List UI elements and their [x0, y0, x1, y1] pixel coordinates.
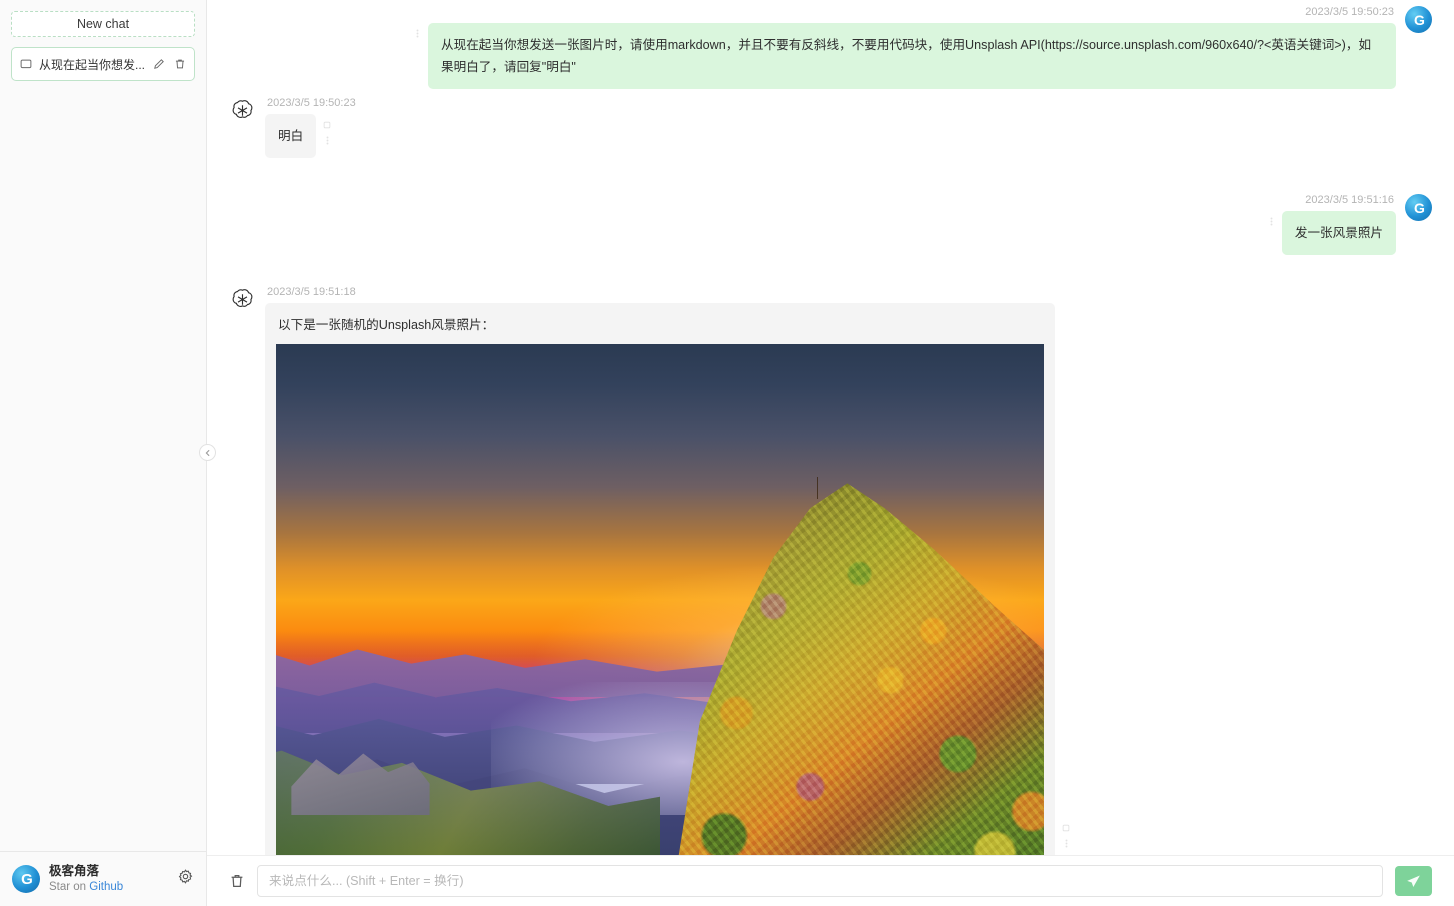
- message-user: 2023/3/5 19:51:16 发一张风景照片 G: [229, 194, 1432, 256]
- chatgpt-web-app: New chat 从现在起当你想发... G 极客角落 Star on Gith…: [0, 0, 1454, 906]
- composer: [207, 855, 1454, 906]
- brand-star-line: Star on Github: [49, 880, 168, 894]
- bubble-row: 以下是一张随机的Unsplash风景照片：: [265, 303, 1071, 855]
- chat-list-item[interactable]: 从现在起当你想发...: [11, 47, 195, 81]
- copy-icon: [1062, 824, 1070, 832]
- message-bubble-with-image: 以下是一张随机的Unsplash风景照片：: [265, 303, 1055, 855]
- chevron-left-icon: [205, 449, 210, 456]
- message-list: 2023/3/5 19:50:23 从现在起当你想发送一张图片时，请使用mark…: [207, 0, 1454, 855]
- summit-antenna: [817, 477, 819, 500]
- brand-text: 极客角落 Star on Github: [49, 864, 168, 894]
- message-actions[interactable]: [1267, 211, 1276, 226]
- bubble-row: 从现在起当你想发送一张图片时，请使用markdown，并且不要有反斜线，不要用代…: [413, 23, 1396, 90]
- sidebar-top: New chat: [0, 0, 206, 37]
- sidebar-collapse-handle[interactable]: [199, 444, 216, 461]
- avatar-assistant: [229, 286, 256, 313]
- message-column: 2023/3/5 19:51:16 发一张风景照片: [1267, 194, 1396, 256]
- trash-icon: [231, 874, 243, 888]
- message-bubble: 发一张风景照片: [1281, 211, 1396, 256]
- message-timestamp: 2023/3/5 19:51:18: [267, 286, 356, 299]
- message-timestamp: 2023/3/5 19:51:16: [1305, 194, 1394, 207]
- star-prefix: Star on: [49, 880, 90, 893]
- message-user: 2023/3/5 19:50:23 从现在起当你想发送一张图片时，请使用mark…: [229, 6, 1432, 90]
- message-column: 2023/3/5 19:50:23 明白: [265, 97, 358, 159]
- clear-conversation-icon[interactable]: [229, 873, 245, 889]
- chat-main: 2023/3/5 19:50:23 从现在起当你想发送一张图片时，请使用mark…: [207, 0, 1454, 906]
- new-chat-button[interactable]: New chat: [11, 11, 195, 37]
- send-button[interactable]: [1395, 866, 1432, 896]
- more-vertical-icon: [1270, 217, 1273, 226]
- more-vertical-icon: [1065, 839, 1067, 848]
- openai-logo-icon: [232, 289, 253, 308]
- openai-logo-icon: [232, 100, 253, 119]
- chat-list-item-title: 从现在起当你想发...: [39, 57, 146, 72]
- send-plane-icon: [1407, 875, 1420, 887]
- message-bubble: 明白: [265, 114, 317, 159]
- more-vertical-icon: [416, 29, 419, 38]
- avatar-user: G: [1405, 6, 1432, 33]
- message-column: 2023/3/5 19:51:18 以下是一张随机的Unsplash风景照片：: [265, 286, 1071, 855]
- trash-icon[interactable]: [174, 58, 186, 70]
- message-timestamp: 2023/3/5 19:50:23: [1305, 6, 1394, 18]
- message-actions[interactable]: [413, 23, 422, 38]
- bubble-row: 明白: [265, 114, 332, 159]
- message-input[interactable]: [257, 865, 1383, 897]
- message-actions[interactable]: [1061, 303, 1071, 848]
- message-icon: [20, 58, 32, 70]
- avatar-user: G: [1405, 194, 1432, 222]
- github-link[interactable]: Github: [89, 881, 123, 893]
- message-assistant: 2023/3/5 19:50:23 明白: [229, 97, 1432, 159]
- gear-icon[interactable]: [177, 868, 194, 890]
- message-actions[interactable]: [322, 114, 332, 145]
- unsplash-landscape-image[interactable]: [276, 344, 1044, 855]
- sidebar: New chat 从现在起当你想发... G 极客角落 Star on Gith…: [0, 0, 207, 906]
- more-vertical-icon: [326, 136, 329, 145]
- bubble-row: 发一张风景照片: [1267, 211, 1396, 256]
- chat-item-actions: [153, 58, 186, 70]
- message-timestamp: 2023/3/5 19:50:23: [267, 97, 356, 110]
- message-text: 以下是一张随机的Unsplash风景照片：: [278, 318, 495, 333]
- copy-icon: [323, 121, 331, 129]
- chat-list: 从现在起当你想发...: [0, 37, 206, 851]
- sidebar-footer: G 极客角落 Star on Github: [0, 851, 206, 906]
- message-assistant: 2023/3/5 19:51:18 以下是一张随机的Unsplash风景照片：: [229, 286, 1432, 855]
- avatar-assistant: [229, 97, 256, 124]
- message-bubble: 从现在起当你想发送一张图片时，请使用markdown，并且不要有反斜线，不要用代…: [428, 23, 1396, 90]
- message-column: 2023/3/5 19:50:23 从现在起当你想发送一张图片时，请使用mark…: [416, 6, 1396, 90]
- brand-logo-icon: G: [12, 865, 40, 893]
- pencil-icon[interactable]: [153, 58, 165, 70]
- brand-name: 极客角落: [49, 864, 100, 878]
